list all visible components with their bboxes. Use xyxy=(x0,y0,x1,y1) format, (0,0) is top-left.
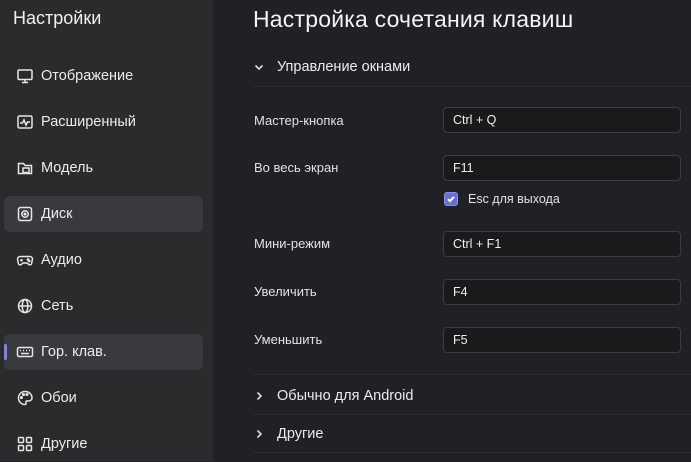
divider xyxy=(253,374,691,375)
section-window-management[interactable]: Управление окнами xyxy=(253,49,691,85)
section-android-common[interactable]: Обычно для Android xyxy=(253,378,691,414)
sidebar-item-label: Сеть xyxy=(41,298,74,314)
monitor-icon xyxy=(16,67,34,85)
sidebar-item-label: Аудио xyxy=(41,252,82,268)
folder-icon xyxy=(16,159,34,177)
keyboard-icon xyxy=(16,343,34,361)
section-title: Другие xyxy=(277,426,324,442)
master-key-label: Мастер-кнопка xyxy=(254,113,344,128)
sidebar-item-label: Другие xyxy=(41,436,88,452)
divider xyxy=(253,86,691,87)
chevron-down-icon xyxy=(253,60,267,74)
fullscreen-label: Во весь экран xyxy=(254,160,339,175)
sidebar: Настройки Отображение Расширенный Модель… xyxy=(0,0,213,461)
main-panel: Настройка сочетания клавиш Управление ок… xyxy=(213,0,691,461)
mini-mode-label: Мини-режим xyxy=(254,236,331,251)
divider xyxy=(253,414,691,415)
gamepad-icon xyxy=(16,251,34,269)
palette-icon xyxy=(16,389,34,407)
zoom-out-field[interactable] xyxy=(443,327,681,353)
sidebar-item-label: Обои xyxy=(41,390,77,406)
sidebar-item-disk[interactable]: Диск xyxy=(4,196,203,232)
chevron-right-icon xyxy=(253,389,267,403)
section-title: Обычно для Android xyxy=(277,388,414,404)
active-indicator xyxy=(4,344,7,360)
sidebar-item-label: Диск xyxy=(41,206,73,222)
sidebar-title: Настройки xyxy=(13,8,102,28)
disk-icon xyxy=(16,205,34,223)
mini-mode-field[interactable] xyxy=(443,231,681,257)
sidebar-item-label: Гор. клав. xyxy=(41,344,107,360)
master-key-field[interactable] xyxy=(443,107,681,133)
sidebar-item-label: Отображение xyxy=(41,68,134,84)
sidebar-item-display[interactable]: Отображение xyxy=(4,58,203,94)
sidebar-item-model[interactable]: Модель xyxy=(4,150,203,186)
sidebar-item-advanced[interactable]: Расширенный xyxy=(4,104,203,140)
sidebar-item-network[interactable]: Сеть xyxy=(4,288,203,324)
section-title: Управление окнами xyxy=(277,59,411,75)
esc-exit-checkbox[interactable] xyxy=(444,192,458,206)
section-other[interactable]: Другие xyxy=(253,416,691,452)
pulse-icon xyxy=(16,113,34,131)
esc-exit-option[interactable]: Esc для выхода xyxy=(444,192,560,206)
sidebar-item-other[interactable]: Другие xyxy=(4,426,203,462)
zoom-in-field[interactable] xyxy=(443,279,681,305)
globe-icon xyxy=(16,297,34,315)
grid-icon xyxy=(16,435,34,453)
divider xyxy=(253,452,691,453)
fullscreen-field[interactable] xyxy=(443,155,681,181)
chevron-right-icon xyxy=(253,427,267,441)
sidebar-item-label: Расширенный xyxy=(41,114,136,130)
sidebar-item-hotkeys[interactable]: Гор. клав. xyxy=(4,334,203,370)
esc-exit-label: Esc для выхода xyxy=(468,192,560,206)
sidebar-item-label: Модель xyxy=(41,160,94,176)
checkmark-icon xyxy=(447,196,455,203)
sidebar-item-audio[interactable]: Аудио xyxy=(4,242,203,278)
zoom-out-label: Уменьшить xyxy=(254,332,323,347)
zoom-in-label: Увеличить xyxy=(254,284,317,299)
sidebar-item-wallpaper[interactable]: Обои xyxy=(4,380,203,416)
page-title: Настройка сочетания клавиш xyxy=(253,6,574,32)
